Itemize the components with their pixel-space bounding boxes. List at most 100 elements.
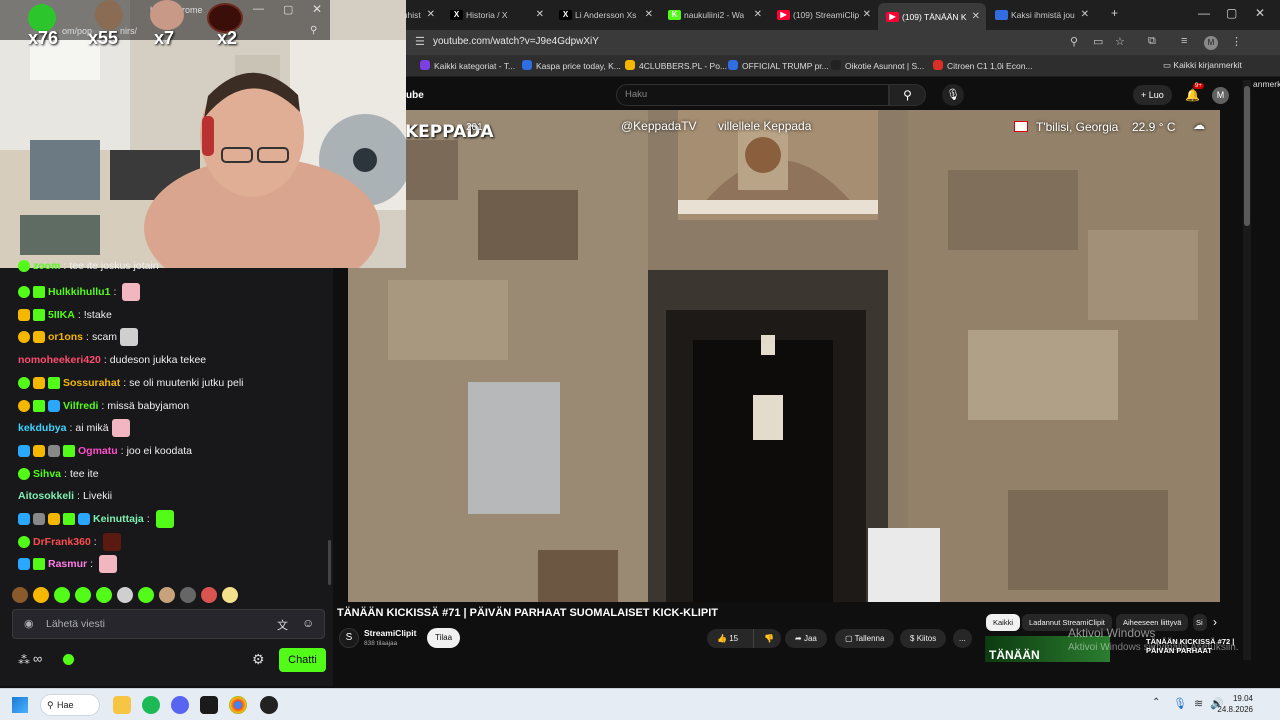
obs-icon[interactable] [260,696,278,714]
channel-name[interactable]: StreamiClipit [364,628,416,638]
browser-tab[interactable]: ▶ (109) StreamiClip ✕ [769,4,877,26]
youtube-logo[interactable]: ube [406,90,424,101]
bookmark-item[interactable]: Kaikki kategoriat - T... [420,60,515,71]
quick-emote-icon[interactable] [75,587,91,603]
chat-username[interactable]: kekdubya [18,419,66,437]
send-chat-button[interactable]: Chatti [279,648,326,672]
site-info-icon[interactable]: ☰ [415,35,425,48]
chat-scrollbar[interactable] [328,540,331,585]
chrome-icon[interactable] [229,696,247,714]
chips-next-icon[interactable]: › [1213,615,1217,629]
quick-emote-icon[interactable] [54,587,70,603]
quick-emote-icon[interactable] [159,587,175,603]
bookmark-item[interactable]: 4CLUBBERS.PL - Po... [625,60,727,71]
chat-username[interactable]: Ogmatu [78,442,118,460]
search-input[interactable]: Haku [616,84,889,106]
thanks-button[interactable]: $ Kiitos [900,629,947,648]
tab-close-icon[interactable]: ✕ [1081,9,1089,20]
video-player[interactable] [348,110,1220,602]
create-button[interactable]: + Luo [1133,85,1172,105]
quick-emote-icon[interactable] [201,587,217,603]
x-app-icon[interactable] [200,696,218,714]
zoom-icon[interactable]: ⚲ [310,25,317,36]
browser-tab[interactable]: X Historia / X ✕ [442,4,550,26]
chat-input[interactable]: ◉ Lähetä viesti 文 ☺ [12,609,325,639]
maximize-icon[interactable]: ▢ [1226,6,1237,20]
quick-emote-icon[interactable] [12,587,28,603]
profile-avatar[interactable]: M [1204,36,1218,50]
close-window-icon[interactable]: ✕ [1255,6,1265,20]
taskbar-clock[interactable]: 19.04 24.8.2026 [1217,693,1253,715]
quick-emote-icon[interactable] [33,587,49,603]
quick-emote-icon[interactable] [138,587,154,603]
tab-close-icon[interactable]: ✕ [427,9,435,20]
chat-username[interactable]: Keinuttaja [93,510,144,528]
quick-emote-icon[interactable] [96,587,112,603]
tab-close-icon[interactable]: ✕ [972,11,980,22]
browser-tab[interactable]: ▶ (109) TÄNÄÄN K ✕ [878,3,986,30]
chip-all[interactable]: Kaikki [986,614,1021,631]
tab-close-icon[interactable]: ✕ [536,9,544,20]
bookmark-item[interactable]: Citroen C1 1,0i Econ... [933,60,1033,71]
microphone-tray-icon[interactable]: 🎙 [1173,697,1187,710]
tab-close-icon[interactable]: ✕ [863,9,871,20]
chat-username[interactable]: Sossurahat [63,374,120,392]
chat-username[interactable]: Rasmur [48,555,87,573]
taskbar-search[interactable]: ⚲ Hae [40,694,100,716]
tab-close-icon[interactable]: ✕ [645,9,653,20]
bookmark-item[interactable]: OFFICIAL TRUMP pr... [728,60,829,71]
kick-emote-icon[interactable] [61,652,76,667]
tray-chevron-icon[interactable]: ⌃ [1152,697,1160,708]
windows-start-icon[interactable] [12,697,28,713]
chat-settings-dot-icon[interactable]: ◉ [24,617,34,630]
file-explorer-icon[interactable] [113,696,131,714]
address-bar[interactable]: youtube.com/watch?v=J9e4GdpwXiY [433,33,599,51]
save-button[interactable]: ▢ Tallenna [835,629,895,648]
quick-emote-icon[interactable] [222,587,238,603]
translate-icon[interactable]: 文 [277,617,288,633]
notifications-bell-icon[interactable]: 🔔 [1185,88,1200,102]
tab-close-icon[interactable]: ✕ [754,9,762,20]
points-icon[interactable]: ⁂ [18,653,30,667]
minimize-icon[interactable]: — [1198,6,1210,20]
bookmark-star-icon[interactable]: ☆ [1115,35,1125,48]
wifi-icon[interactable]: ≋ [1194,697,1203,710]
chat-username[interactable]: or1ons [48,328,83,346]
browser-tab[interactable]: X Li Andersson Xs ✕ [551,4,659,26]
menu-icon[interactable]: ⋮ [1231,35,1242,48]
emoji-icon[interactable]: ☺ [302,616,314,630]
bookmark-item[interactable]: Oikotie Asunnot | S... [831,60,924,71]
cast-icon[interactable]: ▭ [1093,35,1103,48]
chat-username[interactable]: nomoheekeri420 [18,351,101,369]
page-scrollbar-thumb[interactable] [1244,86,1250,226]
mic-button[interactable]: 🎙 [942,84,964,106]
zoom-icon[interactable]: ⚲ [1070,35,1078,48]
minimize-icon[interactable]: — [253,3,264,15]
chat-username[interactable]: Sihva [33,465,61,483]
bookmark-item[interactable]: Kaspa price today, K... [522,60,621,71]
chat-username[interactable]: zoom [33,261,60,272]
media-icon[interactable]: ≡ [1181,35,1187,47]
quick-emote-icon[interactable] [180,587,196,603]
new-tab-button[interactable]: + [1111,6,1118,20]
like-button[interactable]: 👍 15 [707,629,753,648]
chat-username[interactable]: Aitosokkeli [18,487,74,505]
browser-tab[interactable]: Kaksi ihmistä jou ✕ [987,4,1095,26]
more-actions-button[interactable]: ... [953,629,972,648]
chat-username[interactable]: Vilfredi [63,397,98,415]
close-icon[interactable]: ✕ [312,2,322,16]
settings-gear-icon[interactable]: ⚙ [252,651,265,668]
extensions-icon[interactable]: ⧉ [1148,35,1156,48]
chat-username[interactable]: DrFrank360 [33,533,91,551]
dislike-button[interactable]: 👎 [753,629,781,648]
browser-tab[interactable]: Knaukuliini2 - Wa ✕ [660,4,768,26]
quick-emote-icon[interactable] [117,587,133,603]
channel-avatar[interactable]: S [339,628,359,648]
all-bookmarks-button[interactable]: ▭ Kaikki kirjanmerkit [1163,60,1242,71]
chat-username[interactable]: Hulkkihullu1 [48,283,110,301]
maximize-icon[interactable]: ▢ [283,3,293,16]
share-button[interactable]: ➦ Jaa [785,629,827,648]
chip-more[interactable]: Si [1193,614,1207,631]
spotify-icon[interactable] [142,696,160,714]
discord-icon[interactable] [171,696,189,714]
